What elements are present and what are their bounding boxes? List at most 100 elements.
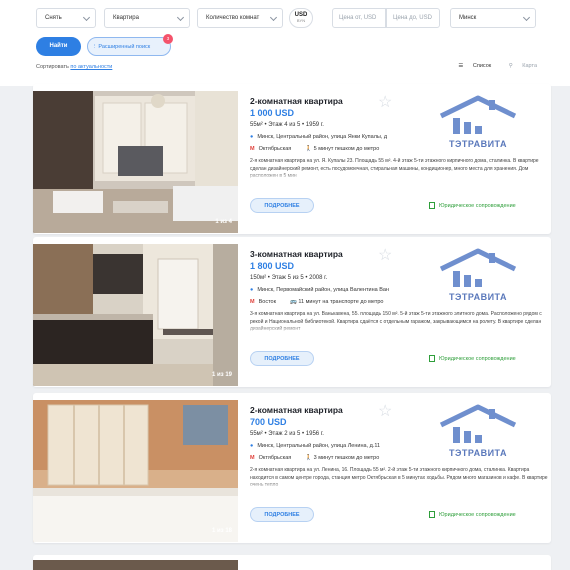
walking-icon: 🚶 bbox=[305, 455, 314, 461]
listing-metro: M Октябрьская 🚶 3 минут пешком до метро bbox=[250, 455, 379, 461]
advanced-search-badge: 3 bbox=[163, 34, 173, 44]
currency-toggle[interactable]: USD BYN bbox=[289, 8, 313, 28]
agency-logo: ТЭТРАВИТА bbox=[433, 94, 523, 154]
listing-title[interactable]: 2-комнатная квартира bbox=[250, 405, 343, 415]
legal-support: Юридическое сопровождение bbox=[429, 202, 516, 209]
map-pin-icon: ⚲ bbox=[508, 63, 515, 69]
favorite-star-icon[interactable]: ☆ bbox=[378, 245, 392, 265]
listing-card[interactable] bbox=[33, 555, 551, 570]
advanced-search-button[interactable]: ⫶ Расширенный поиск 3 bbox=[87, 34, 173, 56]
legal-support-label: Юридическое сопровождение bbox=[439, 355, 516, 362]
document-icon bbox=[429, 355, 435, 362]
view-list-button[interactable]: ☰ Список bbox=[450, 63, 491, 69]
chevron-down-icon bbox=[176, 13, 185, 22]
listing-params: 55м² • Этаж 2 из 5 • 1956 г. bbox=[250, 431, 324, 437]
legal-support: Юридическое сопровождение bbox=[429, 355, 516, 362]
price-to-input[interactable]: Цена до, USD bbox=[386, 8, 440, 28]
metro-icon: M bbox=[250, 146, 255, 152]
logo-text: ТЭТРАВИТА bbox=[448, 139, 507, 149]
house-logo-icon bbox=[439, 95, 517, 134]
address-text: Минск, Центральный район, улица Ленина, … bbox=[257, 443, 381, 449]
listing-metro: M Восток 🚌 11 минут на транспорте до метро bbox=[250, 299, 383, 305]
chevron-down-icon bbox=[522, 13, 531, 22]
filter-panel: Снять Квартира Количество комнат USD BYN… bbox=[0, 0, 570, 86]
listing-title[interactable]: 3-комнатная квартира bbox=[250, 249, 343, 259]
currency-alt: BYN bbox=[296, 18, 306, 23]
listing-photo[interactable]: 1 из 18 bbox=[33, 400, 238, 542]
listing-params: 150м² • Этаж 5 из 5 • 2008 г. bbox=[250, 275, 328, 281]
listing-title[interactable]: 2-комнатная квартира bbox=[250, 96, 343, 106]
rooms-select[interactable]: Количество комнат bbox=[197, 8, 283, 28]
find-button[interactable]: Найти bbox=[36, 37, 81, 56]
agency-logo: ТЭТРАВИТА bbox=[433, 247, 523, 307]
listing-price: 1 800 USD bbox=[250, 261, 295, 271]
photo-counter: 1 из 18 bbox=[211, 528, 232, 534]
listing-description: 2-я комнатная квартира на ул. Я. Купалы … bbox=[250, 158, 550, 180]
listing-card[interactable]: 1 из 19 3-комнатная квартира 1 800 USD 1… bbox=[33, 237, 551, 387]
metro-walk: 3 минут пешком до метро bbox=[313, 455, 380, 461]
view-list-label: Список bbox=[472, 63, 492, 69]
price-to-placeholder: Цена до, USD bbox=[393, 15, 432, 21]
listing-photo[interactable]: 1 из 4 bbox=[33, 91, 238, 233]
listing-card[interactable]: 1 из 4 2-комнатная квартира 1 000 USD 55… bbox=[33, 84, 551, 234]
view-map-button[interactable]: ⚲ Карта bbox=[501, 63, 537, 69]
city-value: Минск bbox=[459, 15, 477, 21]
house-logo-icon bbox=[439, 404, 517, 443]
deal-type-value: Снять bbox=[45, 15, 62, 21]
details-button[interactable]: ПОДРОБНЕЕ bbox=[250, 507, 314, 522]
photo-counter: 1 из 4 bbox=[215, 219, 232, 225]
agency-logo: ТЭТРАВИТА bbox=[433, 403, 523, 463]
sliders-icon: ⫶ bbox=[94, 44, 96, 50]
listing-photo[interactable] bbox=[33, 560, 238, 570]
sort-label: Сортировать bbox=[36, 64, 69, 70]
listing-address: ● Минск, Первомайский район, улица Валент… bbox=[250, 287, 420, 293]
sort-value-link[interactable]: по актуальности bbox=[70, 64, 112, 70]
document-icon bbox=[429, 202, 435, 209]
rooms-value: Количество комнат bbox=[206, 15, 260, 21]
metro-name: Октябрьская bbox=[258, 455, 292, 461]
listing-photo[interactable]: 1 из 19 bbox=[33, 244, 238, 386]
property-type-select[interactable]: Квартира bbox=[104, 8, 190, 28]
listing-description: 2-я комнатная квартира на ул. Ленина, 16… bbox=[250, 467, 550, 489]
favorite-star-icon[interactable]: ☆ bbox=[378, 401, 392, 421]
living-room-photo bbox=[33, 91, 238, 233]
listing-card[interactable]: 1 из 18 2-комнатная квартира 700 USD 55м… bbox=[33, 393, 551, 543]
metro-walk: 5 минут пешком до метро bbox=[313, 146, 380, 152]
document-icon bbox=[429, 511, 435, 518]
location-pin-icon: ● bbox=[250, 287, 254, 293]
listing-description: 3-я комнатная квартира на ул. Ванькавена… bbox=[250, 311, 550, 333]
chevron-down-icon bbox=[82, 13, 91, 22]
walking-icon: 🚶 bbox=[305, 146, 314, 152]
view-switcher: ☰ Список ⚲ Карта bbox=[442, 63, 537, 69]
legal-support-label: Юридическое сопровождение bbox=[439, 202, 516, 209]
logo-text: ТЭТРАВИТА bbox=[448, 448, 507, 458]
city-select[interactable]: Минск bbox=[450, 8, 536, 28]
house-logo-icon bbox=[439, 248, 517, 287]
listing-metro: M Октябрьская 🚶 5 минут пешком до метро bbox=[250, 146, 379, 152]
sort-control: Сортировать по актуальности bbox=[36, 64, 112, 70]
metro-name: Восток bbox=[258, 299, 276, 305]
details-button[interactable]: ПОДРОБНЕЕ bbox=[250, 198, 314, 213]
metro-icon: M bbox=[250, 455, 255, 461]
listing-price: 700 USD bbox=[250, 417, 287, 427]
location-pin-icon: ● bbox=[250, 134, 254, 140]
legal-support: Юридическое сопровождение bbox=[429, 511, 516, 518]
kitchen-photo bbox=[33, 244, 238, 386]
advanced-search-label: Расширенный поиск bbox=[98, 44, 151, 50]
chevron-down-icon bbox=[269, 13, 278, 22]
location-pin-icon: ● bbox=[250, 443, 254, 449]
photo-counter: 1 из 19 bbox=[211, 372, 232, 378]
listing-price: 1 000 USD bbox=[250, 108, 295, 118]
price-from-input[interactable]: Цена от, USD bbox=[332, 8, 386, 28]
metro-walk: 11 минут на транспорте до метро bbox=[298, 299, 384, 305]
property-type-value: Квартира bbox=[113, 15, 139, 21]
deal-type-select[interactable]: Снять bbox=[36, 8, 96, 28]
address-text: Минск, Центральный район, улица Янки Куп… bbox=[257, 134, 388, 140]
legal-support-label: Юридическое сопровождение bbox=[439, 511, 516, 518]
bedroom-photo bbox=[33, 400, 238, 542]
favorite-star-icon[interactable]: ☆ bbox=[378, 92, 392, 112]
details-button[interactable]: ПОДРОБНЕЕ bbox=[250, 351, 314, 366]
logo-text: ТЭТРАВИТА bbox=[448, 292, 507, 302]
listing-address: ● Минск, Центральный район, улица Ленина,… bbox=[250, 443, 420, 449]
list-icon: ☰ bbox=[458, 63, 465, 69]
